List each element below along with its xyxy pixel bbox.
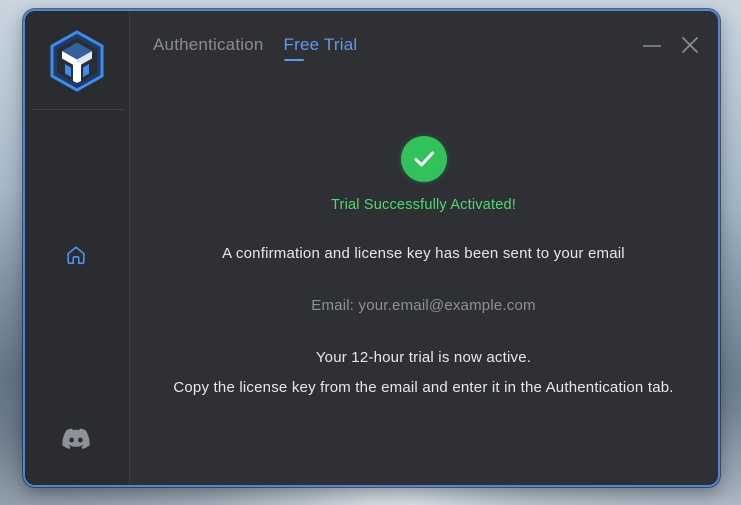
nav-home-button[interactable] <box>63 242 89 268</box>
success-checkmark-icon <box>400 136 447 182</box>
checkmark-icon <box>414 151 434 167</box>
trial-status-message: Your 12-hour trial is now active. <box>315 349 532 366</box>
sidebar <box>25 11 130 485</box>
app-logo-icon <box>48 29 106 93</box>
email-display: Email: your.email@example.com <box>311 297 536 314</box>
sidebar-divider <box>33 109 125 110</box>
confirmation-message: A confirmation and license key has been … <box>222 245 625 262</box>
app-window: Authentication Free Trial Trial Successf… <box>23 9 720 487</box>
success-title: Trial Successfully Activated! <box>331 197 516 213</box>
nav-discord-button[interactable] <box>61 427 91 451</box>
main-content: Trial Successfully Activated! A confirma… <box>129 11 718 485</box>
home-icon <box>67 246 85 265</box>
license-instruction: Copy the license key from the email and … <box>173 379 674 396</box>
discord-icon <box>62 428 90 449</box>
